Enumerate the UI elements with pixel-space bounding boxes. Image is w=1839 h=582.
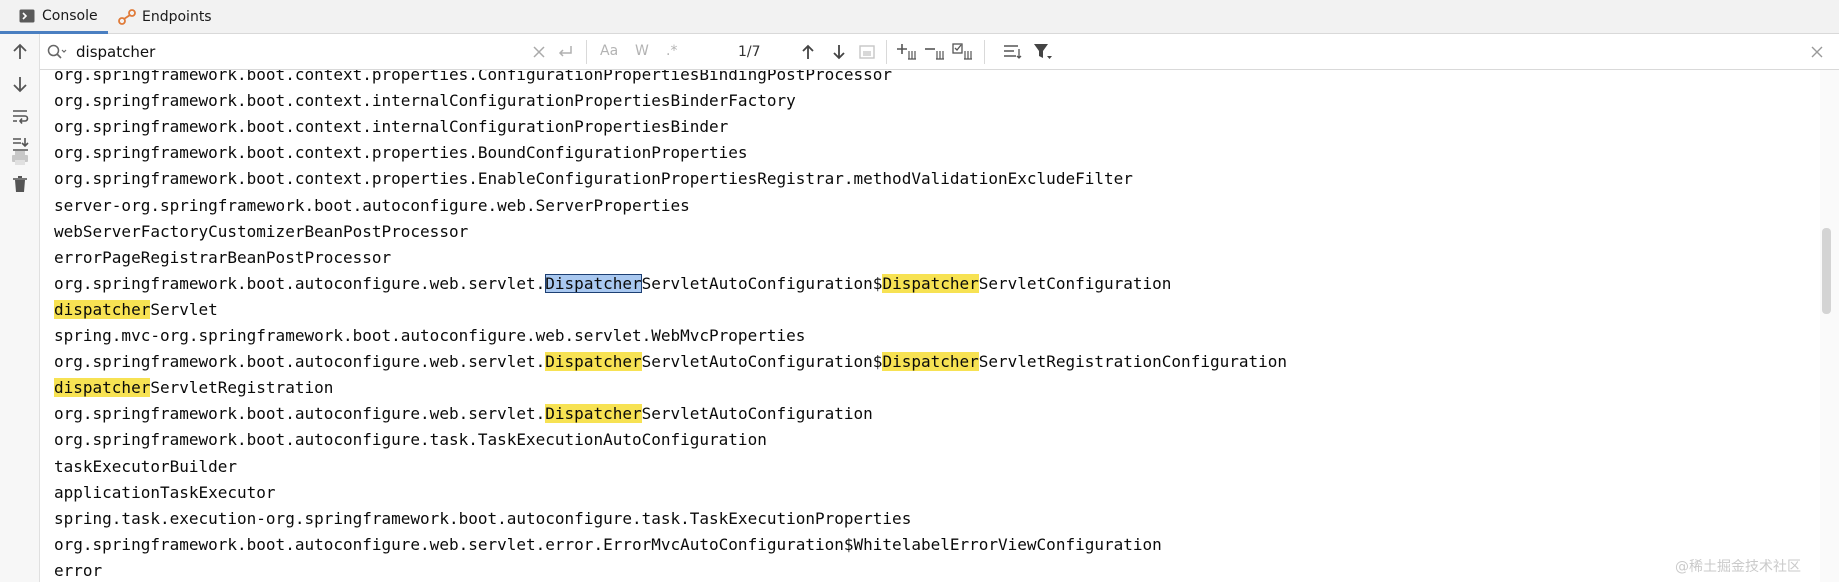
console-text: ServletConfiguration [978,273,1172,293]
console-line: server-org.springframework.boot.autoconf… [54,193,690,219]
console-line: dispatcherServletRegistration [54,375,333,401]
console-text: org.springframework.boot.context.interna… [54,117,729,137]
add-occurrence-icon[interactable] [896,41,918,63]
tab-endpoints[interactable]: Endpoints [110,0,220,34]
console-text: ServletRegistration [150,378,334,398]
console-text: ServletAutoConfiguration$ [641,352,883,372]
filter-matches-icon[interactable] [856,41,878,63]
new-line-icon[interactable] [554,41,576,63]
console-line: applicationTaskExecutor [54,480,276,506]
console-text: org.springframework.boot.autoconfigure.w… [54,534,1162,554]
print-icon[interactable] [8,146,32,170]
toolbar-separator [886,40,887,64]
console-line: org.springframework.boot.context.propert… [54,140,748,166]
select-all-occurrences-icon[interactable] [952,41,974,63]
console-text: org.springframework.boot.autoconfigure.w… [54,404,546,424]
vertical-scrollbar[interactable] [1820,70,1839,582]
scrollbar-thumb[interactable] [1822,228,1831,314]
console-text: Servlet [150,299,218,319]
console-text: org.springframework.boot.autoconfigure.w… [54,352,546,372]
console-text: spring.task.execution-org.springframewor… [54,508,912,528]
console-text: org.springframework.boot.context.interna… [54,91,796,111]
scroll-down-icon[interactable] [8,72,32,96]
watermark: @稀土掘金技术社区 [1675,559,1801,575]
search-match-highlight: Dispatcher [545,352,642,372]
console-line: org.springframework.boot.context.propert… [54,166,1133,192]
console-line: org.springframework.boot.autoconfigure.w… [54,532,1162,558]
console-output[interactable]: org.springframework.boot.context.propert… [40,70,1820,582]
clear-search-icon[interactable] [528,41,550,63]
console-text: ServletRegistrationConfiguration [978,352,1288,372]
console-text: org.springframework.boot.context.propert… [54,143,748,163]
search-match-highlight: dispatcher [54,378,151,398]
console-line: org.springframework.boot.autoconfigure.w… [54,349,1287,375]
console-line: org.springframework.boot.context.interna… [54,114,728,140]
console-text: error [54,560,103,580]
console-line: org.springframework.boot.autoconfigure.w… [54,271,1171,297]
console-line: spring.task.execution-org.springframewor… [54,506,911,532]
console-line: webServerFactoryCustomizerBeanPostProces… [54,219,468,245]
remove-occurrence-icon[interactable] [924,41,946,63]
search-input[interactable] [76,42,556,62]
console-side-toolbar [0,34,40,582]
console-line: org.springframework.boot.context.interna… [54,88,796,114]
console-icon [18,7,36,25]
tool-window-tabbar: Console Endpoints [0,0,1839,34]
console-line: error [54,558,102,582]
console-text: org.springframework.boot.autoconfigure.t… [54,430,767,450]
console-line: org.springframework.boot.context.propert… [54,70,892,88]
console-line: org.springframework.boot.autoconfigure.t… [54,427,767,453]
regex-button[interactable]: .* [666,43,677,59]
search-icon[interactable] [46,41,68,63]
console-line: taskExecutorBuilder [54,454,237,480]
console-text: ServletAutoConfiguration$ [641,273,883,293]
soft-wrap-icon[interactable] [8,104,32,128]
close-search-icon[interactable] [1806,41,1828,63]
filter-icon[interactable] [1032,41,1054,63]
tab-endpoints-label: Endpoints [142,9,212,25]
search-options-icon[interactable] [1002,41,1024,63]
next-occurrence-icon[interactable] [828,41,850,63]
match-count: 1/7 [738,44,761,60]
console-text: errorPageRegistrarBeanPostProcessor [54,247,392,267]
search-match-highlight: Dispatcher [545,404,642,424]
search-match-highlight: dispatcher [54,299,151,319]
console-line: dispatcherServlet [54,297,218,323]
toolbar-separator [984,40,985,64]
console-text: ServletAutoConfiguration [641,404,873,424]
match-case-button[interactable]: Aa [600,43,618,59]
endpoints-icon [118,8,136,26]
scroll-up-icon[interactable] [8,40,32,64]
console-text: applicationTaskExecutor [54,482,276,502]
previous-occurrence-icon[interactable] [797,41,819,63]
console-line: errorPageRegistrarBeanPostProcessor [54,245,391,271]
console-line: spring.mvc-org.springframework.boot.auto… [54,323,805,349]
current-search-match: Dispatcher [545,273,642,293]
console-text: org.springframework.boot.autoconfigure.w… [54,273,546,293]
console-text: taskExecutorBuilder [54,456,238,476]
console-text: spring.mvc-org.springframework.boot.auto… [54,326,806,345]
console-text: server-org.springframework.boot.autoconf… [54,195,690,215]
search-match-highlight: Dispatcher [882,273,979,293]
console-text: org.springframework.boot.context.propert… [54,70,893,84]
clear-all-icon[interactable] [8,172,32,196]
console-text: org.springframework.boot.context.propert… [54,169,1133,189]
toolbar-separator [586,40,587,64]
console-text: webServerFactoryCustomizerBeanPostProces… [54,221,469,241]
search-match-highlight: Dispatcher [882,352,979,372]
tab-console-label: Console [42,7,98,24]
console-search-bar: Aa W .* 1/7 [40,34,1839,70]
console-line: org.springframework.boot.autoconfigure.w… [54,401,873,427]
tab-console[interactable]: Console [0,0,108,34]
whole-words-button[interactable]: W [635,43,649,59]
